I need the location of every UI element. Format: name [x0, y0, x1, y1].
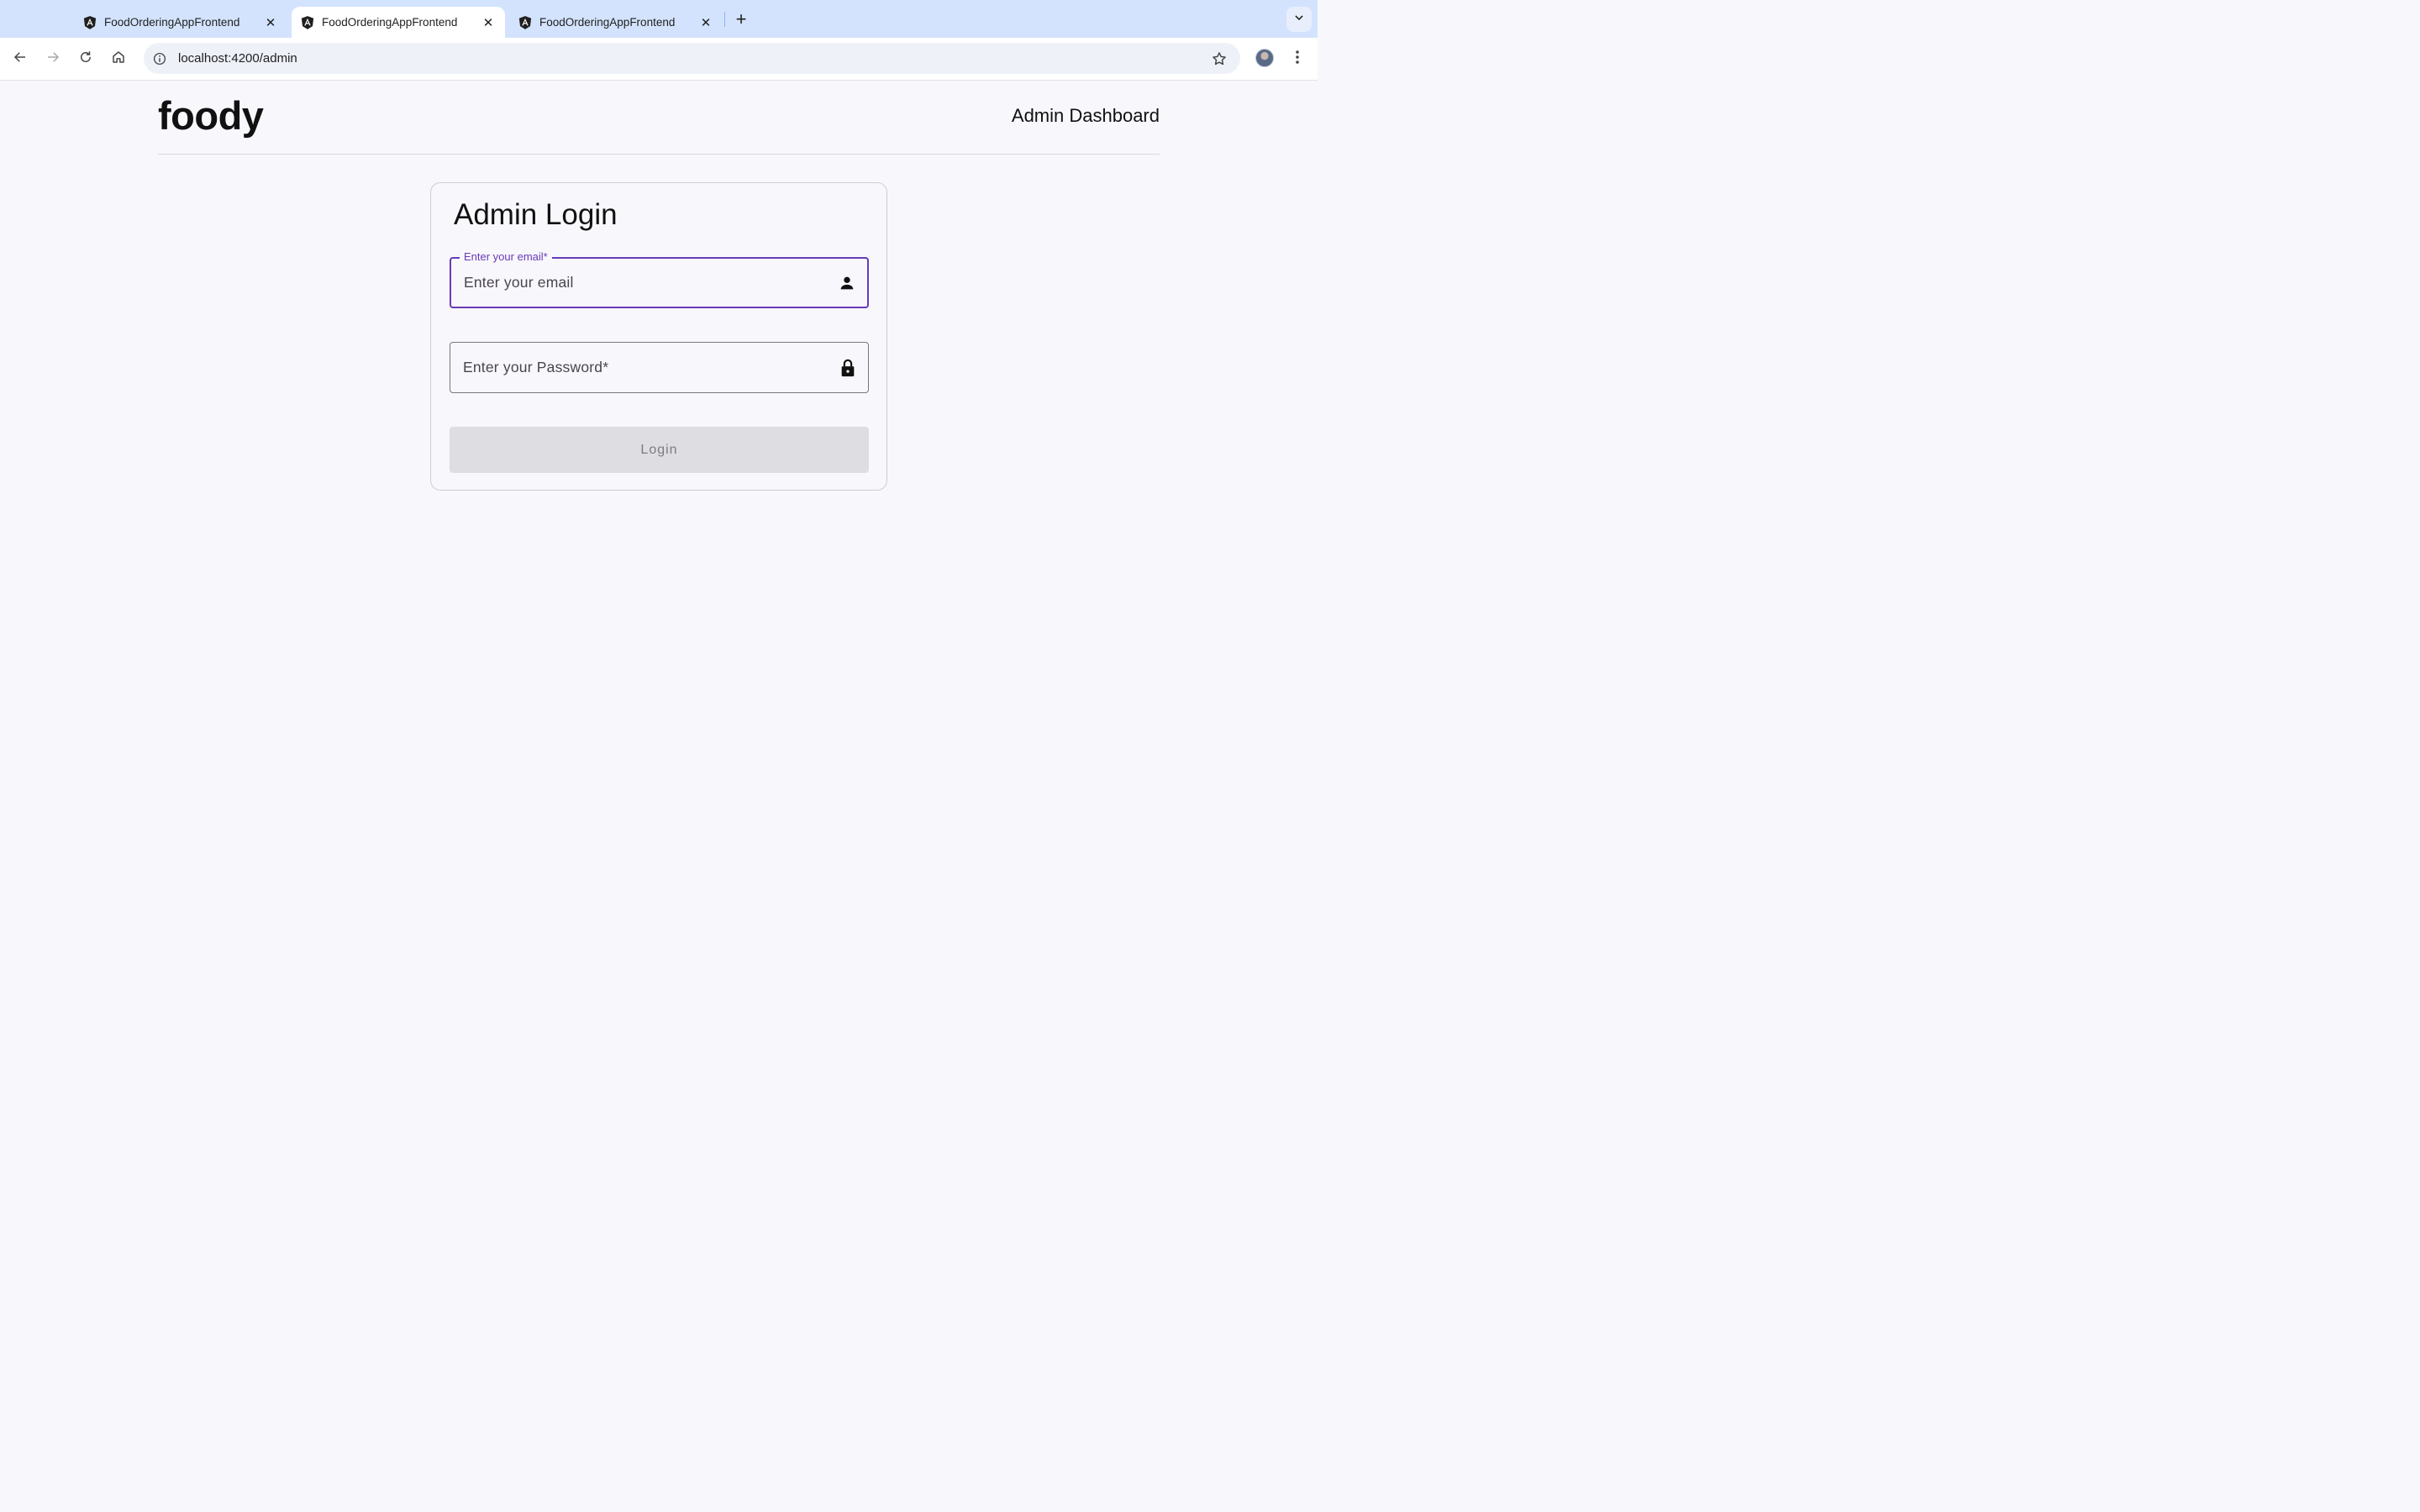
browser-toolbar: localhost:4200/admin — [0, 38, 1318, 81]
login-button[interactable]: Login — [450, 427, 869, 473]
arrow-left-icon — [13, 50, 28, 69]
close-tab-icon[interactable]: ✕ — [697, 14, 714, 31]
app-header: foody Admin Dashboard — [158, 81, 1160, 155]
back-button[interactable] — [8, 46, 33, 71]
angular-favicon-icon — [518, 15, 533, 30]
tab-title: FoodOrderingAppFrontend — [539, 16, 676, 29]
browser-tab-active[interactable]: FoodOrderingAppFrontend ✕ — [292, 7, 505, 38]
tab-divider — [724, 12, 725, 27]
home-button[interactable] — [106, 46, 131, 71]
angular-favicon-icon — [82, 15, 97, 30]
app-logo[interactable]: foody — [158, 92, 264, 139]
password-field[interactable] — [450, 342, 869, 393]
admin-login-card: Admin Login Enter your email* Login — [430, 182, 887, 491]
lock-icon — [838, 358, 858, 378]
login-title: Admin Login — [454, 198, 618, 231]
email-field[interactable]: Enter your email* — [450, 250, 869, 308]
browser-menu-button[interactable] — [1287, 46, 1307, 71]
chevron-down-icon — [1293, 12, 1305, 28]
more-vertical-icon — [1295, 50, 1300, 69]
password-input[interactable] — [463, 343, 816, 392]
person-icon — [837, 273, 857, 293]
email-input[interactable] — [464, 259, 817, 307]
site-info-icon[interactable] — [145, 43, 174, 74]
admin-dashboard-link[interactable]: Admin Dashboard — [1012, 105, 1160, 127]
reload-icon — [78, 50, 93, 69]
tab-title: FoodOrderingAppFrontend — [322, 16, 458, 29]
forward-button[interactable] — [40, 46, 66, 71]
close-tab-icon[interactable]: ✕ — [262, 14, 279, 31]
tab-search-button[interactable] — [1286, 7, 1312, 32]
browser-tab-strip: FoodOrderingAppFrontend ✕ FoodOrderingAp… — [0, 0, 1318, 38]
address-bar[interactable]: localhost:4200/admin — [144, 43, 1240, 74]
browser-tab[interactable]: FoodOrderingAppFrontend ✕ — [509, 7, 723, 38]
arrow-right-icon — [45, 50, 60, 69]
reload-button[interactable] — [73, 46, 98, 71]
new-tab-button[interactable]: + — [730, 8, 752, 30]
close-tab-icon[interactable]: ✕ — [480, 14, 497, 31]
tab-title: FoodOrderingAppFrontend — [104, 16, 240, 29]
browser-tab[interactable]: FoodOrderingAppFrontend ✕ — [74, 7, 287, 38]
url-text[interactable]: localhost:4200/admin — [178, 51, 297, 66]
page-content: foody Admin Dashboard Admin Login Enter … — [0, 81, 1318, 823]
angular-favicon-icon — [300, 15, 315, 30]
bookmark-star-icon[interactable] — [1210, 50, 1228, 68]
home-icon — [111, 50, 126, 69]
profile-avatar[interactable] — [1255, 49, 1274, 67]
